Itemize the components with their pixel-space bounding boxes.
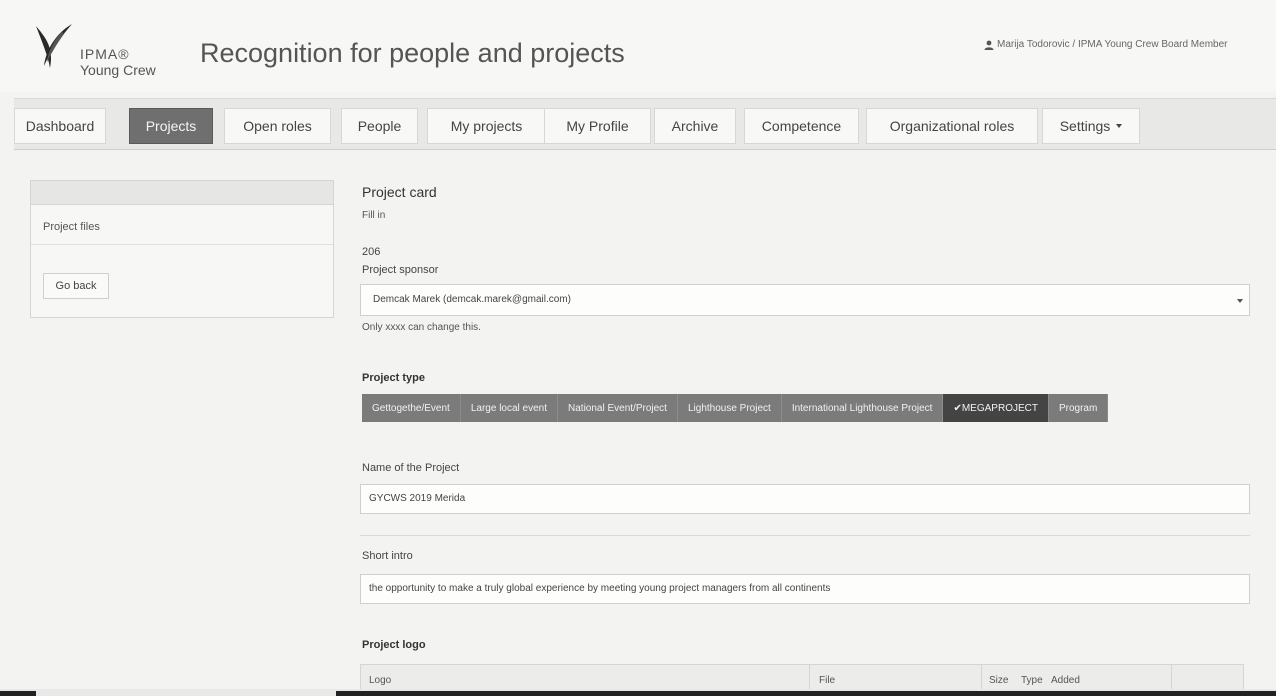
- nav-label: Settings: [1059, 118, 1111, 134]
- project-name-label: Name of the Project: [362, 462, 460, 474]
- user-menu[interactable]: Marija Todorovic / IPMA Young Crew Board…: [984, 39, 1227, 50]
- short-intro-label: Short intro: [362, 550, 413, 562]
- column-file: File: [819, 675, 836, 686]
- column-logo: Logo: [369, 675, 392, 686]
- type-international-lighthouse[interactable]: International Lighthouse Project: [781, 394, 944, 422]
- nav-settings[interactable]: Settings: [1042, 108, 1140, 144]
- type-label: International Lighthouse Project: [791, 402, 933, 414]
- sponsor-select[interactable]: Demcak Marek (demcak.marek@gmail.com): [360, 284, 1250, 316]
- type-label: Gettogethe/Event: [372, 402, 450, 414]
- nav-label: Archive: [671, 118, 719, 134]
- project-type-group: Gettogethe/Event Large local event Natio…: [362, 394, 1109, 422]
- page-title: Project card: [362, 184, 437, 200]
- type-large-local-event[interactable]: Large local event: [460, 394, 559, 422]
- column-type: Type: [1021, 675, 1043, 686]
- nav-competence[interactable]: Competence: [744, 108, 859, 144]
- project-name-input[interactable]: GYCWS 2019 Merida: [360, 484, 1250, 514]
- nav-my-profile[interactable]: My Profile: [544, 108, 651, 144]
- nav-my-projects[interactable]: My projects: [427, 108, 546, 144]
- sponsor-value: Demcak Marek (demcak.marek@gmail.com): [373, 294, 571, 305]
- nav-label: Projects: [145, 118, 197, 134]
- brand-line-2: Young Crew: [80, 62, 156, 78]
- main-nav: Dashboard Projects Open roles People My …: [14, 98, 1276, 150]
- nav-open-roles[interactable]: Open roles: [224, 108, 331, 144]
- chevron-down-icon: [1116, 124, 1123, 128]
- nav-archive[interactable]: Archive: [654, 108, 736, 144]
- ipma-logo[interactable]: IPMA® Young Crew: [32, 22, 182, 82]
- sponsor-label: Project sponsor: [362, 264, 439, 276]
- type-program[interactable]: Program: [1048, 394, 1109, 422]
- project-type-label: Project type: [362, 372, 425, 384]
- nav-label: People: [357, 118, 402, 134]
- type-label: National Event/Project: [568, 402, 667, 414]
- short-intro-value: the opportunity to make a truly global e…: [369, 583, 831, 594]
- bottom-edge: [0, 689, 1276, 696]
- nav-label: Open roles: [243, 118, 312, 134]
- chevron-down-icon: [1237, 299, 1243, 303]
- column-size: Size: [989, 675, 1009, 686]
- project-logo-label: Project logo: [362, 639, 426, 651]
- column-added: Added: [1051, 675, 1080, 686]
- ipma-logo-mark: [36, 24, 72, 68]
- type-label: Lighthouse Project: [687, 402, 771, 414]
- user-name: Marija Todorovic / IPMA Young Crew Board…: [997, 39, 1228, 50]
- sidebar-header: [31, 181, 333, 205]
- nav-projects[interactable]: Projects: [129, 108, 213, 144]
- go-back-label: Go back: [55, 280, 97, 292]
- nav-label: My projects: [450, 118, 523, 134]
- go-back-button[interactable]: Go back: [43, 273, 109, 299]
- brand-line-1: IPMA®: [80, 46, 130, 62]
- type-label: ✔MEGAPROJECT: [953, 402, 1038, 414]
- divider: [31, 244, 333, 245]
- nav-label: Competence: [761, 118, 842, 134]
- type-national-event[interactable]: National Event/Project: [558, 394, 678, 422]
- short-intro-input[interactable]: the opportunity to make a truly global e…: [360, 574, 1250, 604]
- sponsor-hint: Only xxxx can change this.: [362, 322, 481, 333]
- project-number: 206: [362, 246, 381, 258]
- nav-label: Organizational roles: [889, 118, 1015, 134]
- sidebar: Project files Go back: [30, 180, 334, 318]
- type-gettogether-event[interactable]: Gettogethe/Event: [362, 394, 461, 422]
- app-title: Recognition for people and projects: [200, 38, 625, 68]
- nav-people[interactable]: People: [341, 108, 418, 144]
- bottom-bar-gap: [36, 689, 336, 696]
- type-megaproject[interactable]: ✔MEGAPROJECT: [943, 394, 1049, 422]
- project-name-value: GYCWS 2019 Merida: [369, 493, 466, 504]
- nav-label: My Profile: [566, 118, 629, 134]
- divider: [360, 535, 1250, 536]
- user-icon: [984, 40, 994, 50]
- header: IPMA® Young Crew Recognition for people …: [0, 0, 1276, 92]
- nav-organizational-roles[interactable]: Organizational roles: [866, 108, 1038, 144]
- project-files-link[interactable]: Project files: [43, 221, 100, 233]
- nav-label: Dashboard: [25, 118, 95, 134]
- nav-dashboard[interactable]: Dashboard: [14, 108, 106, 144]
- type-label: Large local event: [470, 402, 548, 414]
- fill-in-text: Fill in: [362, 210, 386, 221]
- type-lighthouse-project[interactable]: Lighthouse Project: [677, 394, 782, 422]
- type-label: Program: [1058, 402, 1098, 414]
